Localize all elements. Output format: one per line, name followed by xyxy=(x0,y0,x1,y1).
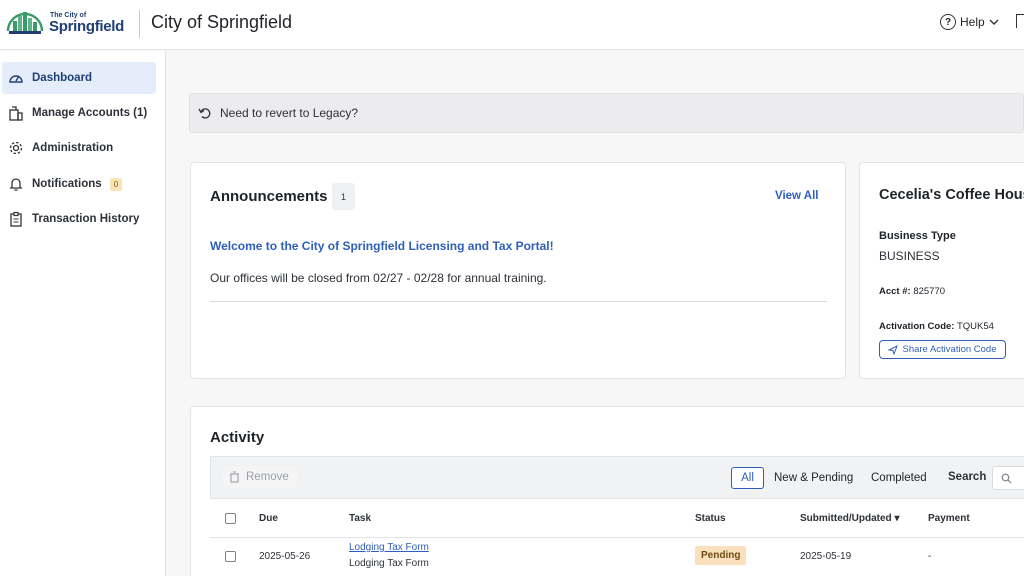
building-icon xyxy=(8,105,24,121)
business-type-label: Business Type xyxy=(879,230,956,242)
divider xyxy=(210,301,827,302)
announcements-title: Announcements xyxy=(210,188,328,205)
search-icon xyxy=(1001,473,1012,483)
activation-code: Activation Code: TQUK54 xyxy=(879,321,994,332)
send-icon xyxy=(888,344,899,355)
view-all-link[interactable]: View All xyxy=(775,190,818,202)
announcement-body: Our offices will be closed from 02/27 - … xyxy=(210,271,547,285)
sidebar-item-label: Manage Accounts (1) xyxy=(32,107,148,119)
table-header: Due Task Status Submitted/Updated ▾ Paym… xyxy=(210,498,1024,538)
top-header: The City of Springfield City of Springfi… xyxy=(0,0,1024,50)
row-due-date: 2025-05-26 xyxy=(259,551,311,562)
activation-code-value: TQUK54 xyxy=(956,321,994,332)
sidebar-item-notifications[interactable]: Notifications 0 xyxy=(2,168,156,200)
revert-legacy-text: Need to revert to Legacy? xyxy=(220,106,359,120)
logo-big-text: Springfield xyxy=(49,18,125,35)
chevron-down-icon xyxy=(989,19,999,25)
activation-code-label: Activation Code: xyxy=(879,321,955,332)
skyline-icon xyxy=(6,12,44,34)
business-account-card: Cecelia's Coffee House Business Type BUS… xyxy=(859,162,1024,379)
sidebar-item-dashboard[interactable]: Dashboard xyxy=(2,62,156,94)
sidebar-item-label: Dashboard xyxy=(32,72,93,84)
sidebar-item-administration[interactable]: Administration xyxy=(2,132,156,164)
announcements-count-badge: 1 xyxy=(332,183,355,210)
city-logo[interactable]: The City of Springfield xyxy=(6,7,130,41)
remove-label: Remove xyxy=(246,471,289,483)
filter-completed[interactable]: Completed xyxy=(871,467,927,489)
sidebar-item-label: Notifications xyxy=(32,178,102,190)
share-activation-code-button[interactable]: Share Activation Code xyxy=(879,340,1006,359)
trash-icon xyxy=(230,471,239,483)
status-badge: Pending xyxy=(695,546,747,565)
sidebar-item-label: Administration xyxy=(32,142,114,154)
business-type-value: BUSINESS xyxy=(879,249,940,263)
column-header-status[interactable]: Status xyxy=(695,513,726,524)
filter-all[interactable]: All xyxy=(731,467,764,489)
cart-icon[interactable] xyxy=(1016,14,1024,28)
filter-new-pending[interactable]: New & Pending xyxy=(774,467,853,489)
activity-toolbar: Remove All New & Pending Completed Searc… xyxy=(210,456,1024,498)
column-header-task[interactable]: Task xyxy=(349,513,371,524)
account-number: Acct #: 825770 xyxy=(879,286,945,297)
sidebar: Dashboard Manage Accounts (1) Administra… xyxy=(0,51,166,576)
column-header-submitted[interactable]: Submitted/Updated ▾ xyxy=(800,513,899,524)
announcement-heading[interactable]: Welcome to the City of Springfield Licen… xyxy=(210,239,554,253)
sidebar-item-manage-accounts[interactable]: Manage Accounts (1) xyxy=(2,97,156,129)
announcements-card: Announcements 1 View All Welcome to the … xyxy=(190,162,846,379)
activity-card: Activity Remove All New & Pending Comple… xyxy=(190,406,1024,576)
task-link[interactable]: Lodging Tax Form xyxy=(349,542,429,553)
help-label: Help xyxy=(960,15,985,29)
share-activation-code-label: Share Activation Code xyxy=(902,344,997,355)
search-input[interactable] xyxy=(992,466,1024,490)
column-header-due[interactable]: Due xyxy=(259,513,278,524)
select-all-checkbox[interactable] xyxy=(225,513,236,524)
column-header-payment[interactable]: Payment xyxy=(928,513,970,524)
row-checkbox[interactable] xyxy=(225,551,236,562)
account-number-label: Acct #: xyxy=(879,286,911,297)
business-name: Cecelia's Coffee House xyxy=(879,187,1024,203)
bell-icon xyxy=(8,176,24,192)
notifications-count-badge: 0 xyxy=(109,177,123,191)
row-submitted-date: 2025-05-19 xyxy=(800,551,852,562)
sidebar-item-label: Transaction History xyxy=(32,213,140,225)
sidebar-item-transaction-history[interactable]: Transaction History xyxy=(2,203,156,235)
task-subtitle: Lodging Tax Form xyxy=(349,558,429,569)
clipboard-icon xyxy=(8,211,24,227)
revert-legacy-banner[interactable]: Need to revert to Legacy? xyxy=(189,93,1024,133)
remove-button[interactable]: Remove xyxy=(223,466,297,488)
activity-title: Activity xyxy=(210,429,265,446)
help-menu[interactable]: ? Help xyxy=(940,14,999,30)
page-title: City of Springfield xyxy=(151,12,293,32)
account-number-value: 825770 xyxy=(913,286,946,297)
search-label: Search xyxy=(948,471,987,483)
question-icon: ? xyxy=(940,14,956,30)
row-payment: - xyxy=(928,551,932,562)
table-row[interactable]: 2025-05-26 Lodging Tax Form Lodging Tax … xyxy=(210,538,1024,576)
gauge-icon xyxy=(8,70,24,86)
header-divider xyxy=(139,10,140,38)
undo-icon xyxy=(198,108,211,119)
gear-icon xyxy=(8,140,24,156)
